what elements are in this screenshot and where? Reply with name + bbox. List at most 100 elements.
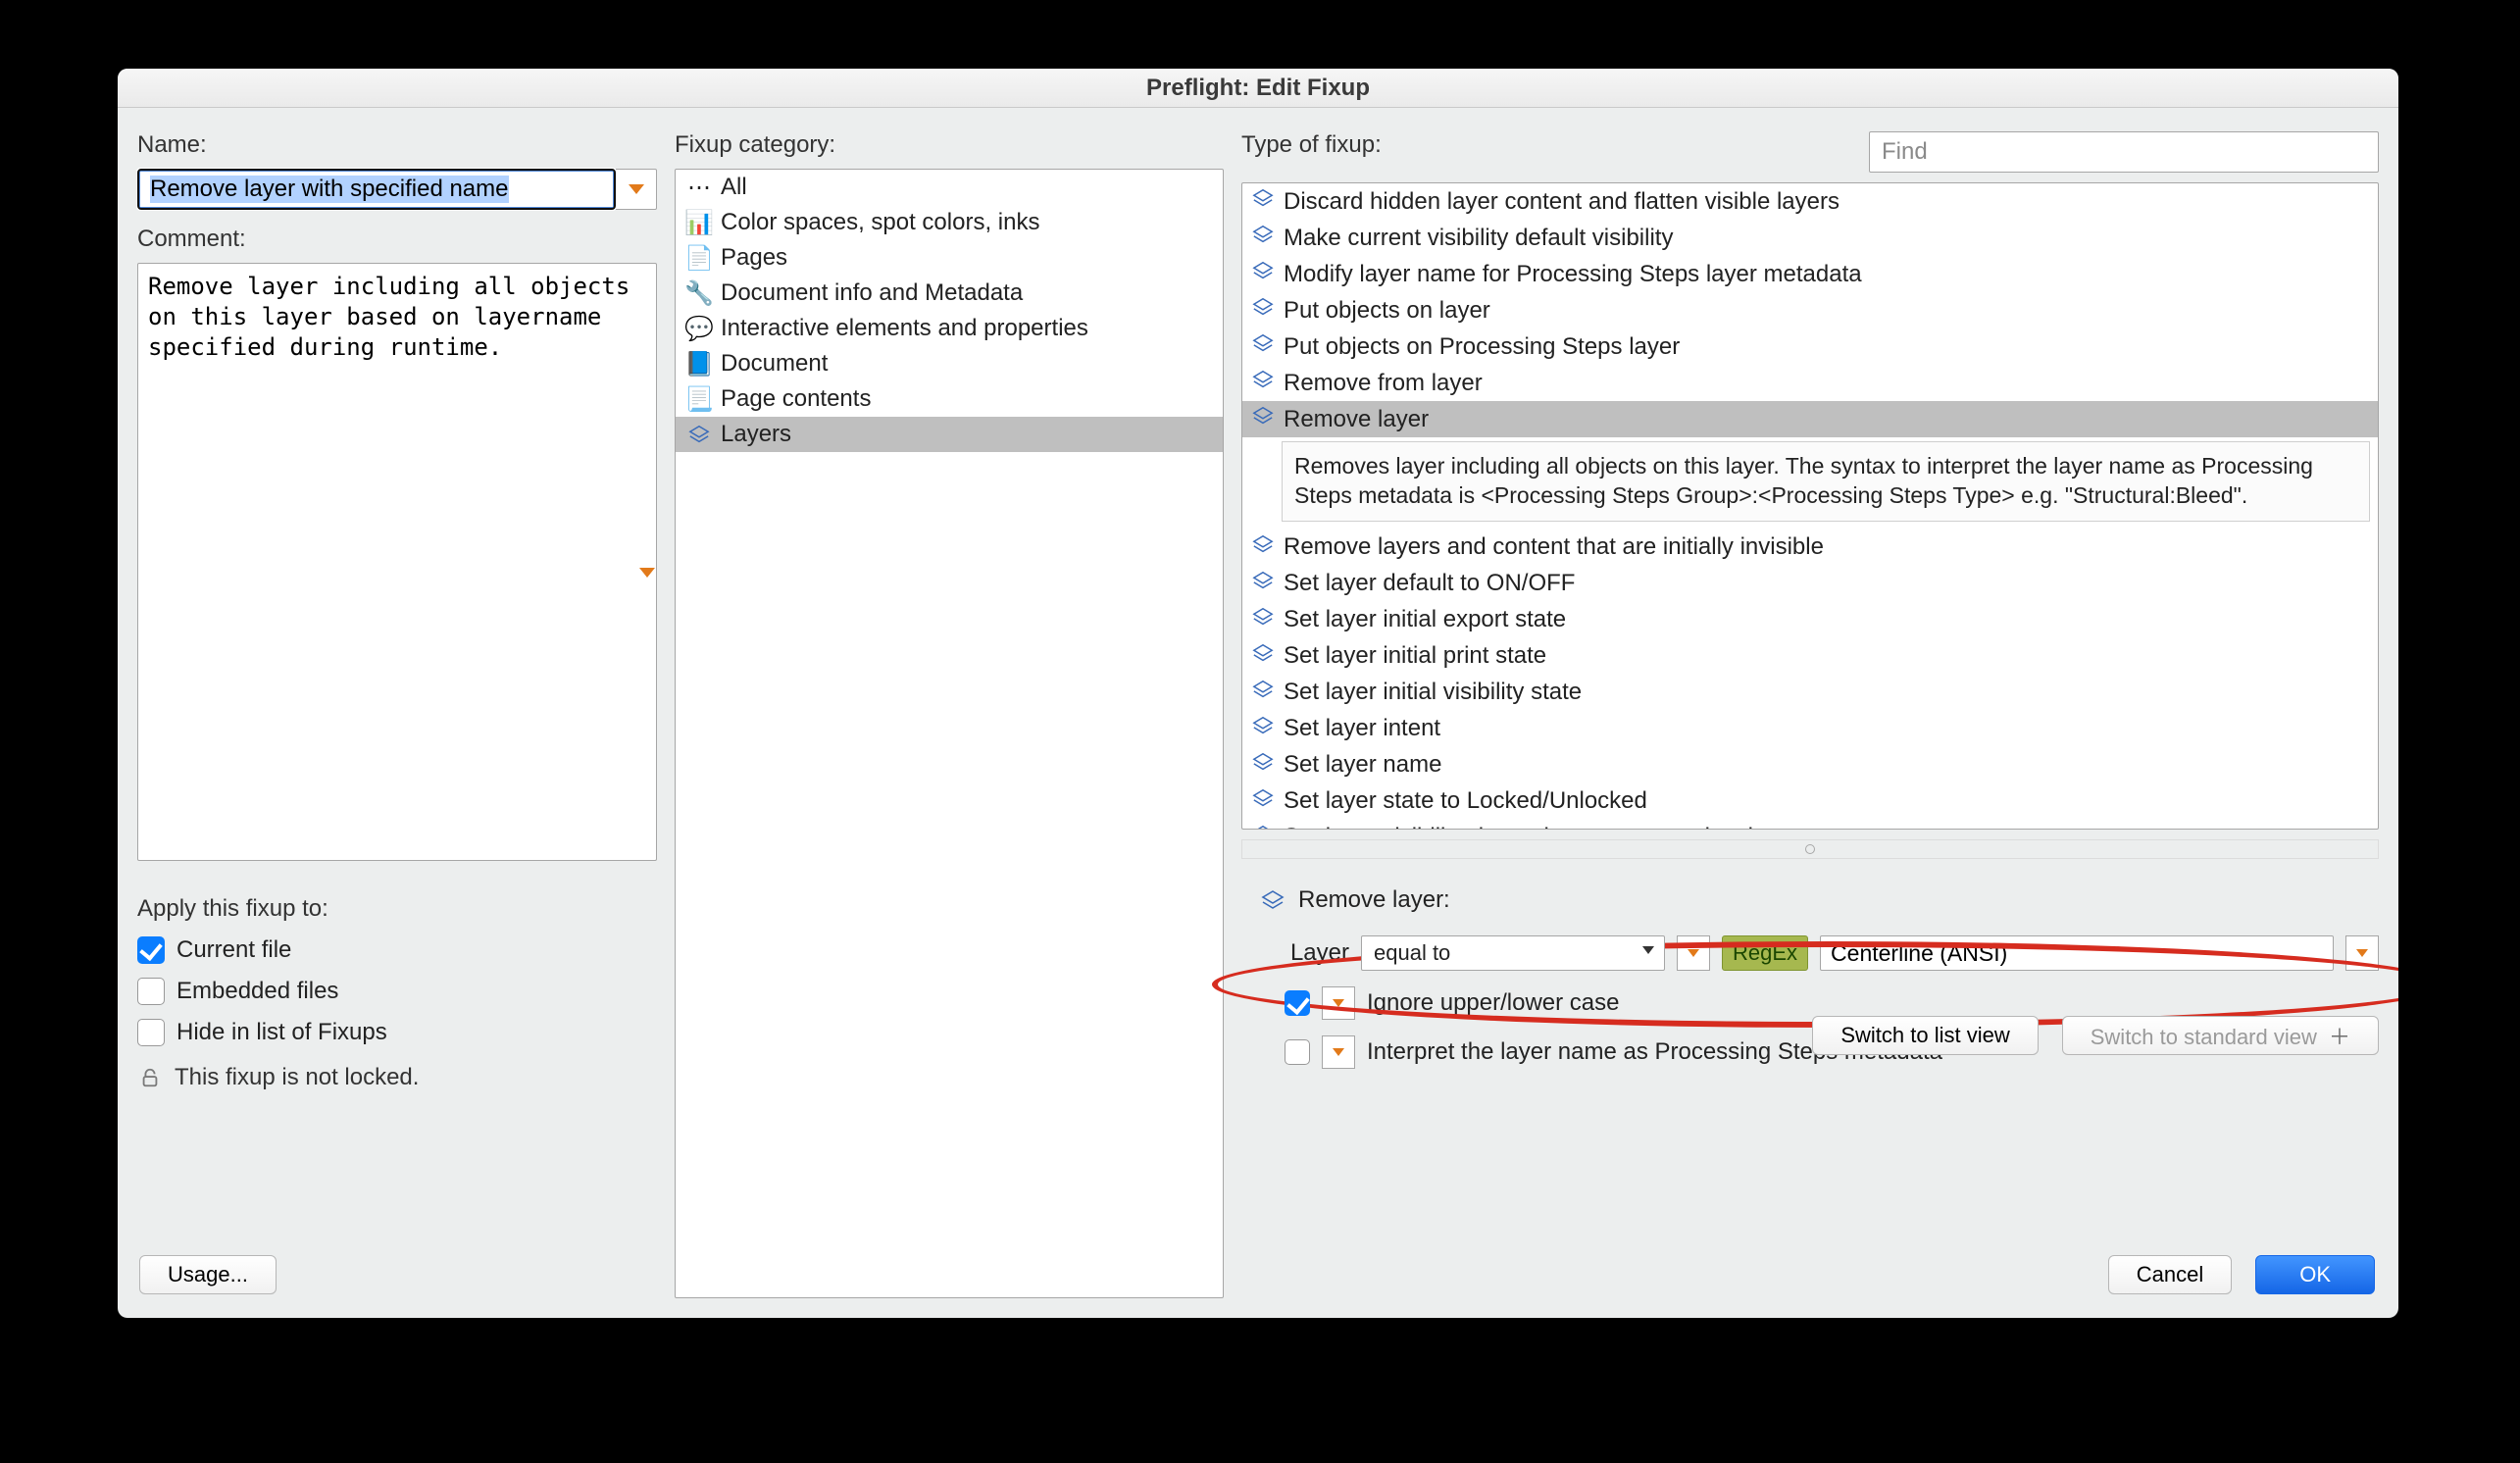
- chevron-down-icon: [1642, 946, 1654, 954]
- category-panel: Fixup category: ⋯ All 📊Color spaces, spot …: [675, 131, 1224, 1298]
- layers-icon: [1252, 787, 1274, 816]
- window-title: Preflight: Edit Fixup: [118, 69, 2398, 108]
- usage-button[interactable]: Usage...: [139, 1255, 277, 1294]
- chevron-down-icon: [1688, 949, 1699, 957]
- category-item-label: Document info and Metadata: [721, 279, 1023, 307]
- type-item[interactable]: Set layer initial export state: [1242, 602, 2378, 638]
- type-item[interactable]: Discard hidden layer content and flatten…: [1242, 183, 2378, 220]
- checkbox-hide-in-list[interactable]: [137, 1019, 165, 1046]
- layer-value-dropdown-button[interactable]: [2345, 935, 2379, 971]
- cancel-label: Cancel: [2137, 1262, 2203, 1286]
- category-item-label: All: [721, 174, 747, 201]
- type-item[interactable]: Put objects on layer: [1242, 292, 2378, 328]
- category-item[interactable]: Layers: [676, 417, 1223, 452]
- chevron-down-icon: [1333, 1048, 1344, 1056]
- type-item[interactable]: Remove layers and content that are initi…: [1242, 530, 2378, 566]
- type-item[interactable]: Put objects on Processing Steps layer: [1242, 328, 2378, 365]
- checkbox-embedded-row: Embedded files: [137, 978, 657, 1005]
- chevron-down-icon: [629, 184, 644, 194]
- name-dropdown-button[interactable]: [616, 169, 657, 210]
- interpret-ps-dropdown-button[interactable]: [1322, 1035, 1355, 1069]
- type-item-label: Remove layer: [1284, 406, 1429, 433]
- operator-dropdown-extra-button[interactable]: [1677, 935, 1710, 971]
- right-panel: Type of fixup: Discard hidden layer cont…: [1241, 131, 2379, 1298]
- remove-layer-title-row: Remove layer:: [1261, 886, 2379, 914]
- switch-to-list-view-button[interactable]: Switch to list view: [1812, 1016, 2038, 1055]
- lock-status-text: This fixup is not locked.: [175, 1064, 419, 1091]
- type-item-label: Set layer state to Locked/Unlocked: [1284, 787, 1647, 815]
- comment-wrap: Remove layer including all objects on th…: [137, 263, 657, 868]
- category-icon: ⋯: [687, 176, 711, 199]
- find-input[interactable]: [1869, 131, 2379, 173]
- type-item[interactable]: Remove layer: [1242, 401, 2378, 437]
- category-icon: 📘: [687, 352, 711, 376]
- horizontal-scrollbar[interactable]: [1241, 839, 2379, 859]
- ok-button[interactable]: OK: [2255, 1255, 2375, 1294]
- type-item-label: Remove from layer: [1284, 370, 1483, 397]
- layers-icon: [1252, 187, 1274, 216]
- unlock-icon: [139, 1067, 161, 1088]
- name-input[interactable]: [137, 169, 616, 210]
- type-item[interactable]: Set layer initial visibility state: [1242, 675, 2378, 711]
- comment-dropdown-button[interactable]: [631, 557, 663, 588]
- layers-icon: [1252, 642, 1274, 671]
- regex-toggle-button[interactable]: RegEx: [1722, 935, 1808, 971]
- type-item[interactable]: Set layer default to ON/OFF: [1242, 566, 2378, 602]
- layer-field-label: Layer: [1261, 939, 1349, 967]
- layer-name-input[interactable]: [1820, 935, 2334, 971]
- layers-icon: [1252, 369, 1274, 397]
- category-item[interactable]: 📄Pages: [676, 240, 1223, 276]
- type-item[interactable]: Remove from layer: [1242, 365, 2378, 401]
- layers-icon: [1252, 224, 1274, 252]
- category-item[interactable]: ⋯ All: [676, 170, 1223, 205]
- checkbox-hide-label: Hide in list of Fixups: [176, 1019, 387, 1046]
- ignore-case-dropdown-button[interactable]: [1322, 986, 1355, 1020]
- ignore-case-label: Ignore upper/lower case: [1367, 989, 1619, 1017]
- type-item[interactable]: Set layer name: [1242, 747, 2378, 783]
- category-label: Fixup category:: [675, 131, 1224, 159]
- layer-condition-row: Layer equal to RegEx: [1261, 935, 2379, 971]
- category-icon: 📃: [687, 387, 711, 411]
- usage-label: Usage...: [168, 1262, 248, 1286]
- layers-icon: [1252, 715, 1274, 743]
- type-item[interactable]: Make current visibility default visibili…: [1242, 220, 2378, 256]
- type-item[interactable]: Set layer initial print state: [1242, 638, 2378, 675]
- type-item[interactable]: Set layer visibility dependent on a zoom…: [1242, 820, 2378, 829]
- ignore-case-row: Ignore upper/lower case: [1285, 986, 2379, 1020]
- type-item[interactable]: Set layer intent: [1242, 711, 2378, 747]
- category-item[interactable]: 🔧Document info and Metadata: [676, 276, 1223, 311]
- dialog-content: Name: Comment: Remove layer including al…: [118, 108, 2398, 1318]
- remove-layer-title: Remove layer:: [1298, 886, 1450, 914]
- layers-icon: [1261, 888, 1285, 912]
- type-item-label: Set layer initial export state: [1284, 606, 1566, 633]
- operator-select[interactable]: equal to: [1361, 935, 1665, 971]
- operator-value: equal to: [1374, 940, 1450, 966]
- layers-icon: [1252, 606, 1274, 634]
- category-item-label: Color spaces, spot colors, inks: [721, 209, 1039, 236]
- type-item[interactable]: Set layer state to Locked/Unlocked: [1242, 783, 2378, 820]
- layers-icon: [1252, 533, 1274, 562]
- type-item[interactable]: Modify layer name for Processing Steps l…: [1242, 256, 2378, 292]
- category-item[interactable]: 📘Document: [676, 346, 1223, 381]
- category-item[interactable]: 📃 Page contents: [676, 381, 1223, 417]
- apply-section: Apply this fixup to: Current file Embedd…: [137, 895, 657, 1091]
- switch-to-standard-view-button[interactable]: Switch to standard view ＋: [2062, 1016, 2379, 1055]
- checkbox-interpret-ps[interactable]: [1285, 1039, 1310, 1065]
- checkbox-embedded-files[interactable]: [137, 978, 165, 1005]
- right-header: Type of fixup:: [1241, 131, 2379, 173]
- checkbox-current-file[interactable]: [137, 936, 165, 964]
- remove-layer-options: Remove layer: Layer equal to RegEx: [1241, 886, 2379, 1069]
- cancel-button[interactable]: Cancel: [2108, 1255, 2232, 1294]
- category-item[interactable]: 📊Color spaces, spot colors, inks: [676, 205, 1223, 240]
- type-item-label: Modify layer name for Processing Steps l…: [1284, 261, 1862, 288]
- chevron-down-icon: [639, 568, 655, 578]
- name-label: Name:: [137, 131, 657, 159]
- comment-textarea[interactable]: Remove layer including all objects on th…: [137, 263, 657, 861]
- category-item[interactable]: 💬Interactive elements and properties: [676, 311, 1223, 346]
- checkbox-ignore-case[interactable]: [1285, 990, 1310, 1016]
- type-list[interactable]: Discard hidden layer content and flatten…: [1242, 183, 2378, 829]
- category-item-label: Page contents: [721, 385, 871, 413]
- category-icon: 💬: [687, 317, 711, 340]
- plus-icon: ＋: [2329, 1025, 2350, 1049]
- category-list[interactable]: ⋯ All 📊Color spaces, spot colors, inks📄Pag…: [675, 169, 1224, 1298]
